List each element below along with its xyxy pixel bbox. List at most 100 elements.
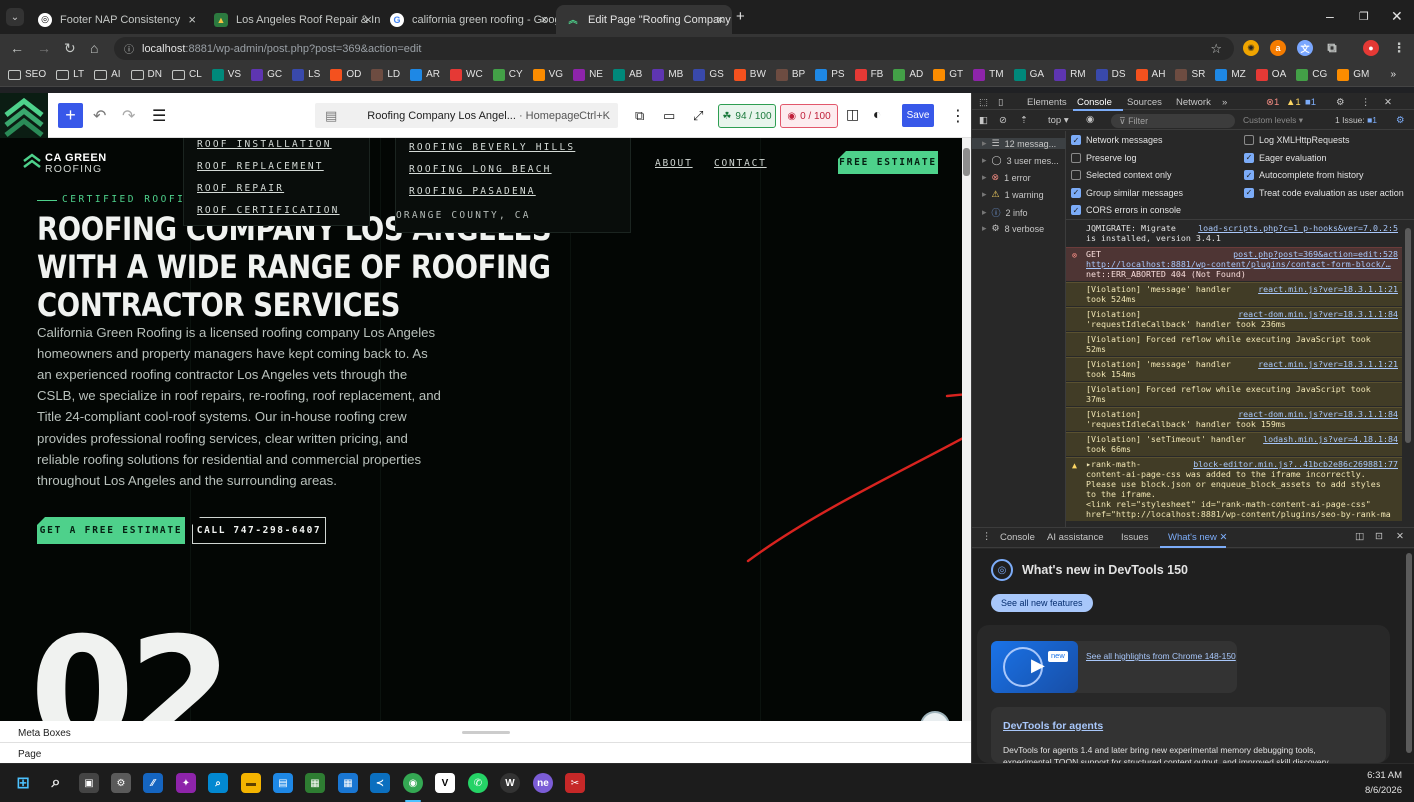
menu-roof-installation[interactable]: ROOF INSTALLATION xyxy=(197,139,332,150)
sidebar-filter-verbose[interactable]: ▸ ⚙ 8 verbose xyxy=(972,223,1066,234)
highlights-thumbnail[interactable]: ▶ new xyxy=(991,641,1078,693)
bookmark-ar[interactable]: AR xyxy=(410,68,440,81)
get-free-estimate-button[interactable]: GET A FREE ESTIMATE xyxy=(37,517,185,544)
setting-preserve-log[interactable]: Preserve log xyxy=(1071,152,1137,163)
bookmark-seo[interactable]: SEO xyxy=(8,69,46,80)
profile-avatar[interactable]: ● xyxy=(1363,40,1379,56)
app-copilot-icon[interactable]: ✦ xyxy=(176,773,196,793)
site-logo-button[interactable] xyxy=(0,93,48,138)
devtools-tab-sources[interactable]: Sources xyxy=(1127,97,1162,108)
menu-long-beach[interactable]: ROOFING LONG BEACH xyxy=(409,164,552,175)
preview-device-icon[interactable]: ▭ xyxy=(663,108,675,124)
minimize-icon[interactable]: – xyxy=(1326,8,1334,24)
more-tabs-icon[interactable]: » xyxy=(1222,97,1227,108)
setting-log-xmlhttprequests[interactable]: Log XMLHttpRequests xyxy=(1244,135,1350,145)
console-message-info[interactable]: JQMIGRATE: Migrate load-scripts.php?c=1_… xyxy=(1066,222,1402,245)
vg-app-icon[interactable]: V xyxy=(435,773,455,793)
back-icon[interactable]: ← xyxy=(10,40,24,56)
bookmark-ga[interactable]: GA xyxy=(1013,68,1044,81)
warning-count-badge[interactable]: ▲1 xyxy=(1286,97,1301,108)
meta-boxes-label[interactable]: Meta Boxes xyxy=(18,728,71,739)
close-icon[interactable]: × xyxy=(188,12,196,27)
bookmark-ls[interactable]: LS xyxy=(292,68,320,81)
bookmark-ad[interactable]: AD xyxy=(893,68,923,81)
bookmark-cg[interactable]: CG xyxy=(1296,68,1327,81)
console-message-err[interactable]: ⊗ GET post.php?post=369&action=edit:528 ht… xyxy=(1066,247,1402,281)
start-button-icon[interactable]: ⊞ xyxy=(13,773,33,793)
settings-sidebar-icon[interactable]: ◫ xyxy=(846,106,859,123)
tab-search-icon[interactable]: ⌄ xyxy=(6,8,24,26)
bookmark-ne[interactable]: NE xyxy=(573,68,603,81)
source-link[interactable]: react-dom.min.js?ver=18.3.1.1:84 xyxy=(1238,409,1398,419)
store-icon[interactable]: ▤ xyxy=(273,773,293,793)
clear-console-icon[interactable]: ⊘ xyxy=(999,115,1007,126)
console-message-warn[interactable]: [Violation] react-dom.min.js?ver=18.3.1.1… xyxy=(1066,307,1402,331)
whatsapp-icon[interactable]: ✆ xyxy=(468,773,488,793)
extensions-puzzle-icon[interactable]: ⧉ xyxy=(1324,40,1340,56)
source-link[interactable]: lodash.min.js?ver=4.18.1:84 xyxy=(1263,434,1398,444)
restore-icon[interactable]: ❐ xyxy=(1359,10,1369,23)
clock-time[interactable]: 6:31 AM xyxy=(1358,770,1402,781)
bookmark-fb[interactable]: FB xyxy=(854,68,883,81)
create-live-expression-icon[interactable]: ⇡ xyxy=(1020,115,1028,126)
setting-network-messages[interactable]: ✓ Network messages xyxy=(1071,135,1163,145)
bookmark-od[interactable]: OD xyxy=(330,68,361,81)
notepad-icon[interactable]: ▦ xyxy=(305,773,325,793)
console-message-warn[interactable]: [Violation] react-dom.min.js?ver=18.3.1.1… xyxy=(1066,407,1402,431)
options-menu-icon[interactable]: ⋮ xyxy=(950,106,966,126)
devtools-tab-network[interactable]: Network xyxy=(1176,97,1211,108)
context-select[interactable]: top ▾ xyxy=(1048,115,1069,126)
menu-orange-county[interactable]: ORANGE COUNTY, CA xyxy=(396,210,531,221)
wordpress-icon[interactable]: W xyxy=(500,773,520,793)
console-scrollbar[interactable] xyxy=(1405,228,1411,443)
setting-selected-context-only[interactable]: Selected context only xyxy=(1071,170,1172,181)
chrome-icon[interactable]: ◉ xyxy=(403,773,423,793)
sidebar-filter-user-messages[interactable]: ▸ ◯ 3 user mes... xyxy=(972,155,1066,166)
page-breadcrumb[interactable]: Page xyxy=(18,749,41,760)
settings-icon[interactable]: ⚙ xyxy=(111,773,131,793)
drawer-tab-issues[interactable]: Issues xyxy=(1121,532,1148,543)
console-message-warn[interactable]: ▲ ▸rank-math-block-editor.min.js?..41bcb2… xyxy=(1066,457,1402,521)
forward-icon[interactable]: → xyxy=(37,40,51,56)
source-link[interactable]: block-editor.min.js?..41bcb2e86c269881:7… xyxy=(1193,459,1398,469)
see-all-features-button[interactable]: See all new features xyxy=(991,594,1093,612)
tab-la-roof-repair[interactable]: ▲ Los Angeles Roof Repair & Insta × xyxy=(204,5,380,34)
console-settings-icon[interactable]: ⚙ xyxy=(1396,115,1405,126)
sidebar-filter-messages[interactable]: ▸ ☰ 12 messag... xyxy=(972,138,1066,149)
file-explorer-icon[interactable]: ▬ xyxy=(241,773,261,793)
extension-1-icon[interactable]: ✺ xyxy=(1243,40,1259,56)
document-title-bar[interactable]: ▤ Roofing Company Los Angel... · Homepag… xyxy=(315,103,618,128)
console-message-warn[interactable]: [Violation] 'message' handler react.min.j… xyxy=(1066,282,1402,306)
source-link[interactable]: react.min.js?ver=18.3.1.1:21 xyxy=(1258,284,1398,294)
bookmark-ps[interactable]: PS xyxy=(815,68,845,81)
issues-count-badge[interactable]: ■1 xyxy=(1305,97,1316,108)
call-phone-button[interactable]: CALL 747-298-6407 xyxy=(192,517,326,544)
bookmark-vs[interactable]: VS xyxy=(211,68,241,81)
devtools-tab-elements[interactable]: Elements xyxy=(1027,97,1067,108)
new-tab-button[interactable]: + xyxy=(736,8,745,25)
drawer-close-icon[interactable]: ✕ xyxy=(1396,531,1404,542)
checkbox[interactable]: ✓ xyxy=(1071,135,1081,145)
bookmark-ai[interactable]: AI xyxy=(94,69,121,80)
browser-menu-icon[interactable]: ⋮ xyxy=(1391,40,1407,56)
close-icon[interactable]: × xyxy=(716,12,724,27)
checkbox[interactable] xyxy=(1071,152,1081,163)
menu-roof-certification[interactable]: ROOF CERTIFICATION xyxy=(197,205,340,216)
bookmark-gt[interactable]: GT xyxy=(933,68,963,81)
bookmark-gs[interactable]: GS xyxy=(693,68,724,81)
bookmark-mb[interactable]: MB xyxy=(652,68,683,81)
bookmark-bw[interactable]: BW xyxy=(733,68,766,81)
app-search-icon[interactable]: ⌕ xyxy=(208,773,228,793)
notion-app-icon[interactable]: ne xyxy=(533,773,553,793)
menu-beverly-hills[interactable]: ROOFING BEVERLY HILLS xyxy=(409,142,575,153)
setting-treat-code-evaluation-as-user-action[interactable]: ✓ Treat code evaluation as user action xyxy=(1244,187,1404,198)
issues-link[interactable]: 1 Issue: ■1 xyxy=(1335,115,1377,125)
bookmark-cy[interactable]: CY xyxy=(492,68,523,81)
drawer-tab-console[interactable]: Console xyxy=(1000,532,1035,543)
drawer-menu-icon[interactable]: ⋮ xyxy=(982,531,992,542)
block-inserter-button[interactable]: + xyxy=(58,103,83,128)
checkbox[interactable]: ✓ xyxy=(1071,187,1081,198)
bookmark-lt[interactable]: LT xyxy=(56,69,84,80)
bookmark-gc[interactable]: GC xyxy=(251,68,282,81)
bookmark-mz[interactable]: MZ xyxy=(1215,68,1246,81)
